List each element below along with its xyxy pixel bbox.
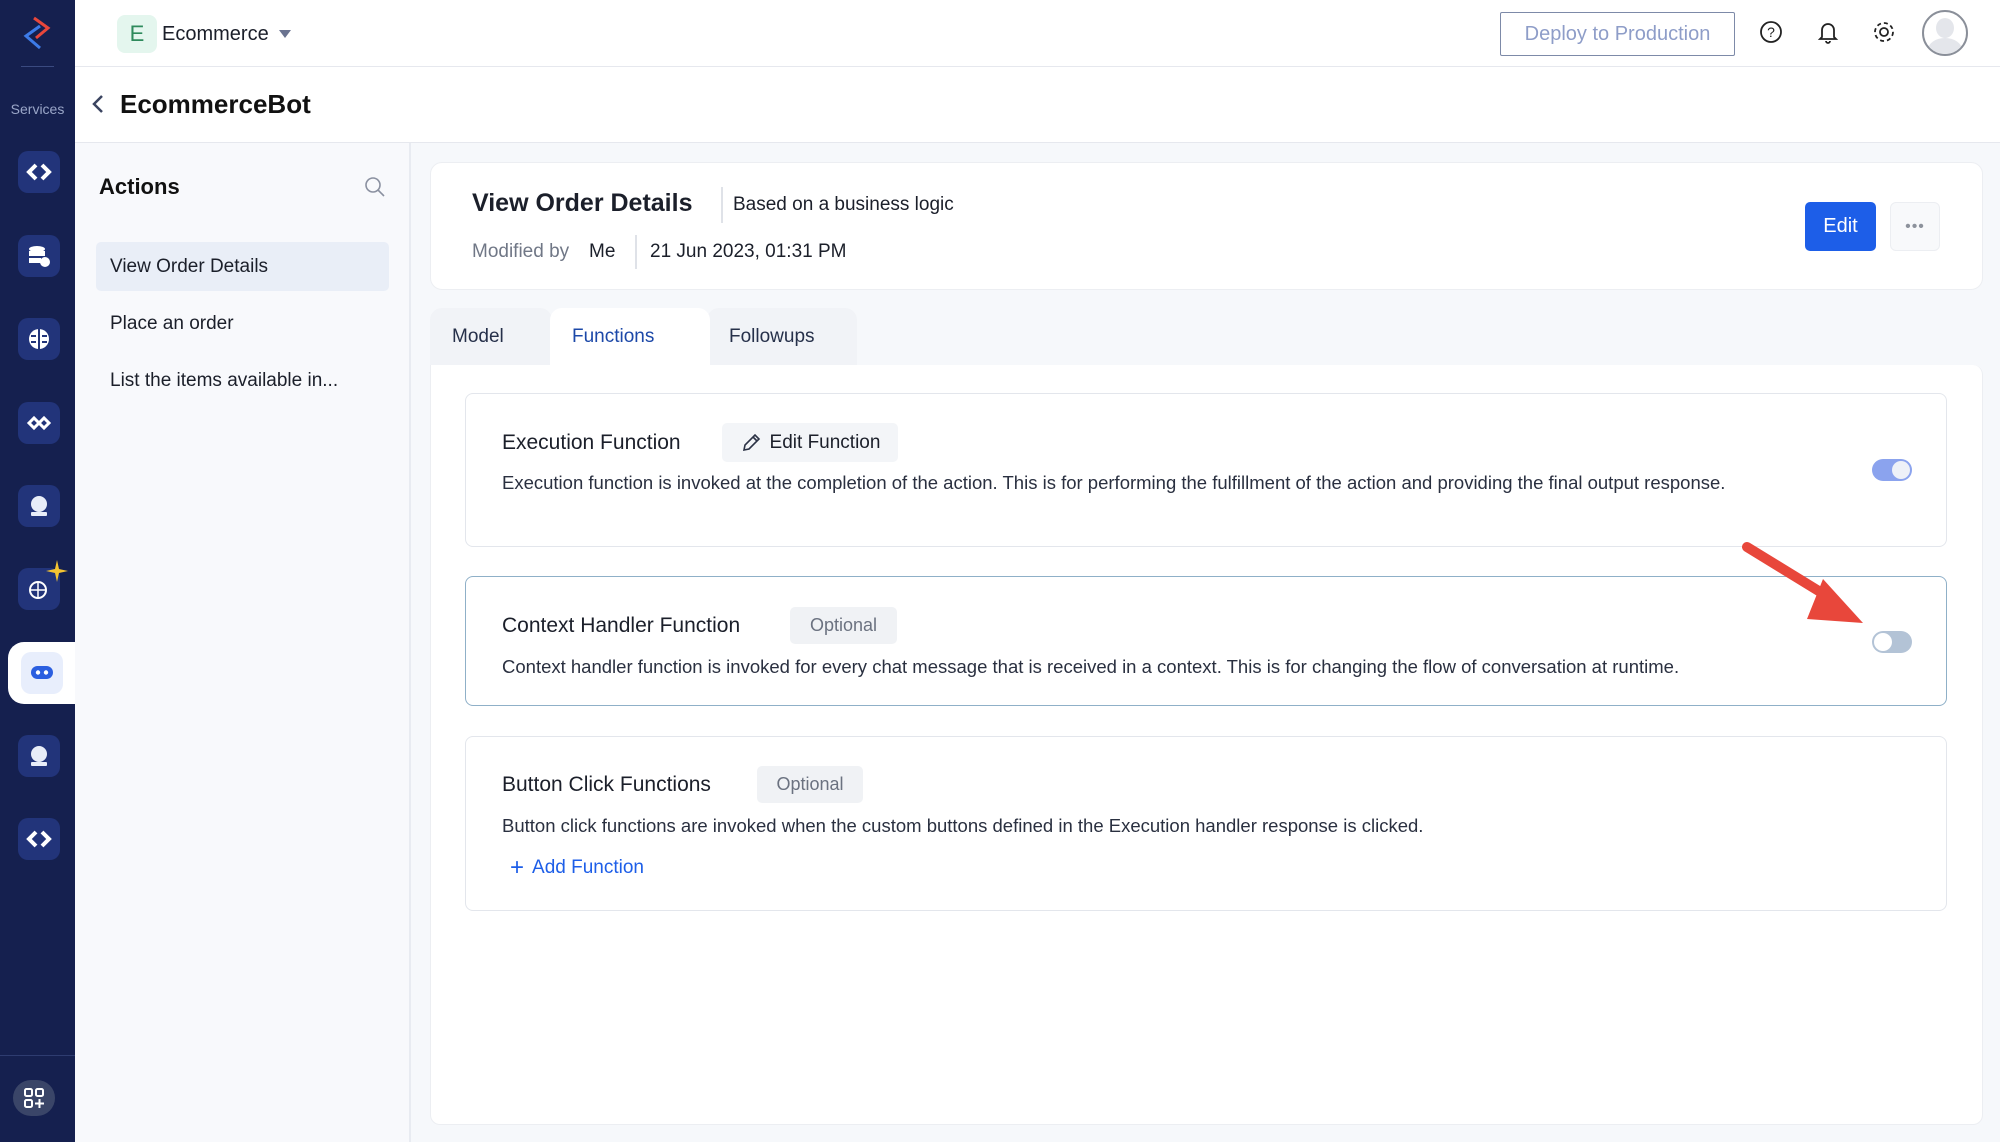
edit-function-button[interactable]: Edit Function [722,423,898,462]
divider [721,187,723,223]
integration-icon [26,415,52,431]
search-icon[interactable] [363,175,387,199]
nav-api[interactable] [18,151,60,193]
divider [635,235,637,269]
execution-function-description: Execution function is invoked at the com… [502,472,1726,493]
nav-crystal-ball[interactable] [18,485,60,527]
apps-button[interactable] [13,1080,55,1116]
context-handler-toggle[interactable] [1872,631,1912,653]
annotation-arrow-icon [1742,542,1863,623]
workspace-name: Ecommerce [162,22,269,45]
user-avatar[interactable] [1922,10,1968,56]
action-item[interactable]: Place an order [96,299,389,348]
optional-badge: Optional [790,607,897,644]
caret-down-icon [278,30,291,38]
nav-crystal-ball-2[interactable] [18,735,60,777]
button-click-description: Button click functions are invoked when … [502,815,1424,836]
add-function-label: Add Function [532,857,644,878]
deploy-button[interactable]: Deploy to Production [1500,12,1735,56]
page-title: EcommerceBot [120,89,311,119]
tab-functions[interactable]: Functions [550,308,710,366]
context-handler-card: Context Handler Function Optional Contex… [465,576,1947,706]
nav-api-2[interactable] [18,818,60,860]
button-click-title: Button Click Functions [502,773,711,796]
modified-prefix: Modified by [472,241,570,262]
button-click-functions-card: Button Click Functions Optional Button c… [465,736,1947,911]
services-label: Services [10,101,65,117]
action-type: Based on a business logic [733,194,954,215]
execution-function-title: Execution Function [502,431,681,454]
action-title: View Order Details [472,189,693,217]
pencil-icon [742,433,760,451]
bell-icon[interactable] [1815,19,1841,45]
crystal-ball-icon [31,746,47,766]
api-icon [26,830,52,848]
modified-by: Me [589,241,616,262]
edit-function-label: Edit Function [769,431,881,453]
back-chevron-icon[interactable] [90,93,106,115]
add-function-button[interactable]: + Add Function [510,854,644,881]
context-handler-title: Context Handler Function [502,614,741,637]
plus-icon: + [510,854,525,881]
edit-button[interactable]: Edit [1805,202,1876,251]
more-options-button[interactable]: ••• [1890,202,1940,251]
nav-chatbot[interactable] [8,642,75,704]
nav-integration[interactable] [18,402,60,444]
workspace-avatar: E [117,15,157,53]
action-item[interactable]: List the items available in... [96,356,389,405]
left-nav: Services [0,0,75,1142]
modified-at: 21 Jun 2023, 01:31 PM [650,241,847,262]
tab-model[interactable]: Model [430,308,552,366]
svg-text:?: ? [1767,24,1775,40]
sparkle-icon [46,560,68,582]
logo-icon [23,16,51,50]
breadcrumb: EcommerceBot [75,67,2000,143]
execution-function-toggle[interactable] [1872,459,1912,481]
context-handler-description: Context handler function is invoked for … [502,656,1680,677]
top-bar: E Ecommerce Deploy to Production ? [75,0,2000,67]
gear-icon[interactable] [1871,19,1897,45]
nav-database[interactable] [18,235,60,277]
execution-function-card: Execution Function Edit Function Executi… [465,393,1947,547]
nav-brain[interactable] [18,318,60,360]
action-header-card: View Order Details Based on a business l… [430,162,1983,290]
action-item[interactable]: View Order Details [96,242,389,291]
optional-badge: Optional [757,766,863,803]
actions-panel: Actions View Order Details Place an orde… [75,143,411,1142]
help-icon[interactable]: ? [1759,20,1783,44]
brain-icon [29,329,49,349]
apps-add-icon [24,1088,44,1108]
database-cloud-icon [29,246,50,267]
api-icon [26,163,52,181]
actions-heading: Actions [99,174,180,199]
tab-followups[interactable]: Followups [707,308,857,366]
chatbot-icon [30,666,53,679]
workspace-selector[interactable]: Ecommerce [162,14,291,54]
crystal-ball-icon [31,496,47,516]
